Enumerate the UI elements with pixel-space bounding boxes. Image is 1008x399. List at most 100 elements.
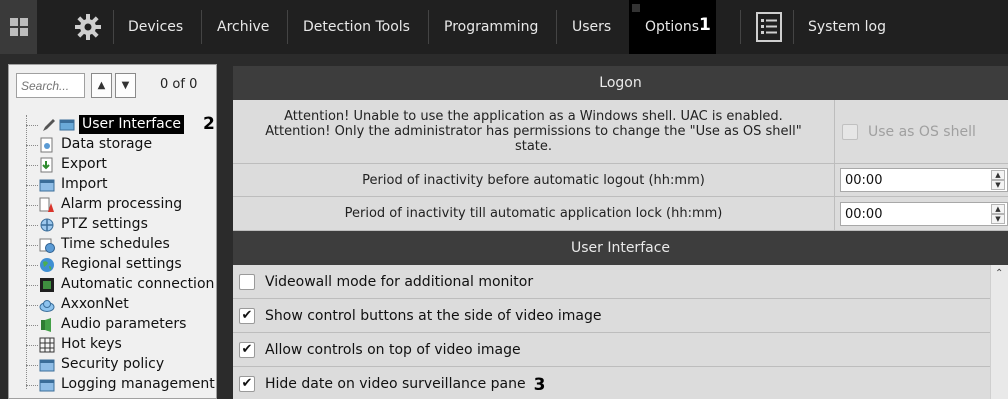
search-input[interactable] <box>16 73 85 98</box>
controls-on-top-checkbox[interactable]: ✔ <box>239 341 255 358</box>
spin-up-icon[interactable]: ▲ <box>991 170 1005 180</box>
tab-detection-tools[interactable]: Detection Tools <box>303 0 410 54</box>
data-storage-icon <box>40 137 53 153</box>
controls-on-top-label: Allow controls on top of video image <box>265 341 521 358</box>
logout-period-value: 00:00 <box>845 173 883 188</box>
tab-devices[interactable]: Devices <box>128 0 183 54</box>
sidebar-item-label: Hot keys <box>61 336 122 352</box>
audio-icon <box>41 318 51 332</box>
side-buttons-checkbox[interactable]: ✔ <box>239 307 255 324</box>
callout-3: 3 <box>533 374 546 395</box>
import-icon <box>39 179 55 192</box>
logon-section-header: Logon <box>233 66 1008 100</box>
hide-date-label: Hide date on video surveillance pane <box>265 375 526 392</box>
gear-icon[interactable] <box>70 10 106 44</box>
hide-date-checkbox[interactable]: ✔ <box>239 375 255 392</box>
tab-archive[interactable]: Archive <box>217 0 269 54</box>
system-log-tab[interactable]: System log <box>808 0 886 54</box>
connection-icon <box>40 278 54 292</box>
hide-date-option-row[interactable]: ✔ Hide date on video surveillance pane 3 <box>233 367 990 399</box>
controls-on-top-option-row[interactable]: ✔ Allow controls on top of video image <box>233 333 990 367</box>
search-result-count: 0 of 0 <box>160 77 198 92</box>
logout-label: Period of inactivity before automatic lo… <box>233 164 835 196</box>
search-prev-button[interactable]: ▲ <box>91 73 112 98</box>
side-buttons-option-row[interactable]: ✔ Show control buttons at the side of vi… <box>233 299 990 333</box>
sidebar-item-ptz-settings[interactable]: PTZ settings <box>26 215 218 235</box>
ptz-icon <box>40 218 54 232</box>
log-list-icon[interactable] <box>755 11 783 43</box>
tab-programming[interactable]: Programming <box>444 0 538 54</box>
spin-down-icon[interactable]: ▼ <box>991 214 1005 224</box>
callout-2: 2 <box>203 114 215 134</box>
warning-line-3: state. <box>514 139 553 154</box>
sidebar-item-label: Export <box>61 156 107 172</box>
spin-down-icon[interactable]: ▼ <box>991 180 1005 190</box>
scroll-up-icon[interactable]: ⌃ <box>995 268 1003 279</box>
os-shell-warning: Attention! Unable to use the application… <box>233 100 835 163</box>
sidebar-item-axxonnet[interactable]: AxxonNet <box>26 295 218 315</box>
lock-period-spinbox[interactable]: 00:00 ▲ ▼ <box>840 202 1008 226</box>
options-sidebar: ▲ ▼ 0 of 0 User Interface 2 Data storage… <box>0 54 221 399</box>
keyboard-icon <box>39 337 55 353</box>
apps-grid-icon[interactable] <box>0 0 37 54</box>
spin-up-icon[interactable]: ▲ <box>991 204 1005 214</box>
use-as-os-shell-checkbox[interactable] <box>842 123 858 140</box>
sidebar-item-user-interface[interactable]: User Interface <box>26 115 218 135</box>
chevron-up-icon: ▲ <box>97 80 106 91</box>
chevron-down-icon: ▼ <box>121 80 130 91</box>
lock-row: Period of inactivity till automatic appl… <box>233 197 1008 231</box>
user-interface-icon <box>59 119 75 131</box>
warning-line-1: Attention! Unable to use the application… <box>284 109 783 124</box>
pencil-icon <box>43 119 55 131</box>
sidebar-item-label: Regional settings <box>61 256 182 272</box>
logging-icon <box>39 379 55 392</box>
tab-users[interactable]: Users <box>572 0 611 54</box>
sidebar-item-audio-parameters[interactable]: Audio parameters <box>26 315 218 335</box>
side-buttons-label: Show control buttons at the side of vide… <box>265 307 602 324</box>
sidebar-item-label: Data storage <box>61 136 153 152</box>
sidebar-item-automatic-connection[interactable]: Automatic connection <box>26 275 218 295</box>
use-as-os-shell-label: Use as OS shell <box>868 123 976 140</box>
sidebar-item-label: Time schedules <box>61 236 170 252</box>
cloud-icon <box>39 300 55 312</box>
logout-period-spinbox[interactable]: 00:00 ▲ ▼ <box>840 168 1008 192</box>
videowall-checkbox[interactable] <box>239 273 255 290</box>
lock-period-value: 00:00 <box>845 207 883 222</box>
sidebar-item-export[interactable]: Export <box>26 155 218 175</box>
security-icon <box>39 359 55 372</box>
sidebar-item-import[interactable]: Import <box>26 175 218 195</box>
videowall-option-row[interactable]: Videowall mode for additional monitor <box>233 265 990 299</box>
logout-row: Period of inactivity before automatic lo… <box>233 164 1008 197</box>
sidebar-item-alarm-processing[interactable]: Alarm processing <box>26 195 218 215</box>
sidebar-item-label: Audio parameters <box>61 316 187 332</box>
sidebar-item-label: Logging management <box>61 376 215 392</box>
sidebar-item-logging-management[interactable]: Logging management <box>26 375 218 395</box>
sidebar-item-time-schedules[interactable]: Time schedules <box>26 235 218 255</box>
options-content: Logon Attention! Unable to use the appli… <box>233 66 1008 399</box>
options-scrollbar[interactable]: ⌃ <box>990 265 1008 399</box>
sidebar-item-label: Security policy <box>61 356 165 372</box>
sidebar-item-label: AxxonNet <box>61 296 129 312</box>
callout-1: 1 <box>699 15 711 35</box>
top-navigation-bar: Devices Archive Detection Tools Programm… <box>0 0 1008 54</box>
search-next-button[interactable]: ▼ <box>115 73 136 98</box>
warning-line-2: Attention! Only the administrator has pe… <box>265 124 802 139</box>
os-shell-row: Attention! Unable to use the application… <box>233 100 1008 164</box>
schedule-icon <box>39 238 55 253</box>
sidebar-item-security-policy[interactable]: Security policy <box>26 355 218 375</box>
sidebar-item-regional-settings[interactable]: Regional settings <box>26 255 218 275</box>
sidebar-item-data-storage[interactable]: Data storage <box>26 135 218 155</box>
lock-label: Period of inactivity till automatic appl… <box>233 197 835 230</box>
export-icon <box>40 157 53 173</box>
sidebar-item-label: PTZ settings <box>61 216 148 232</box>
user-interface-section-header: User Interface <box>233 231 1008 265</box>
sidebar-item-label: Import <box>61 176 108 192</box>
options-tree-panel: ▲ ▼ 0 of 0 User Interface 2 Data storage… <box>8 64 217 399</box>
alarm-icon <box>39 197 54 212</box>
os-shell-cell: Use as OS shell <box>836 100 1008 163</box>
sidebar-item-hot-keys[interactable]: Hot keys <box>26 335 218 355</box>
sidebar-item-label: Alarm processing <box>61 196 183 212</box>
sidebar-item-label: User Interface <box>79 115 185 134</box>
sidebar-item-label: Automatic connection <box>61 276 215 292</box>
tab-options[interactable]: Options <box>645 0 699 54</box>
